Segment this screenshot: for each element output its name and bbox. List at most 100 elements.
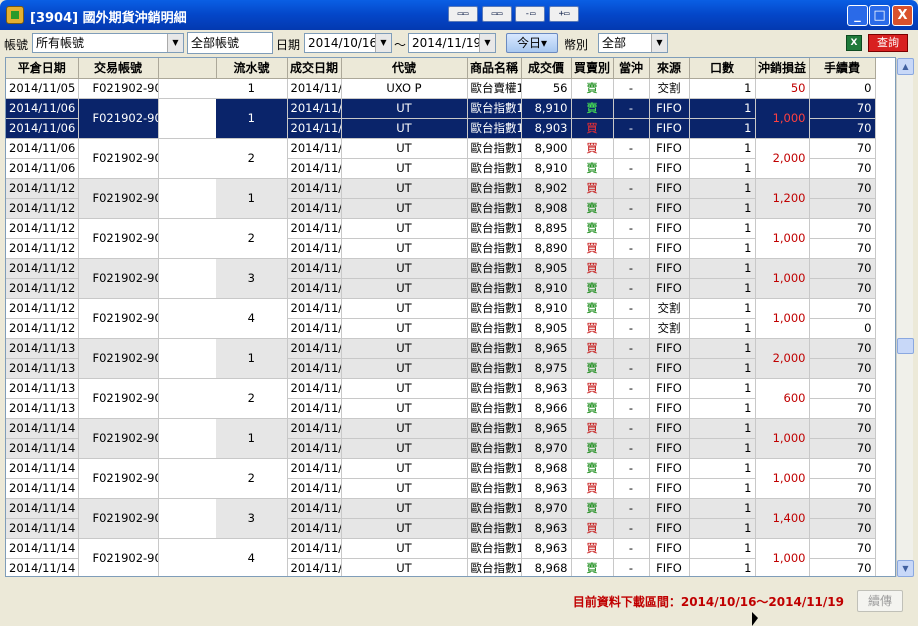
product-cell: 歐台指數1411 xyxy=(467,398,522,419)
product-cell: 歐台指數1411 xyxy=(467,458,522,479)
side-cell: 賣 xyxy=(571,278,614,299)
product-cell: 歐台賣權1411 8900 xyxy=(467,78,522,99)
fee-cell: 70 xyxy=(809,398,876,419)
today-button[interactable]: 今日▾ xyxy=(506,33,558,53)
table-row[interactable]: 2014/11/12F021902-902-22014/11/12UT歐台指數1… xyxy=(6,218,876,259)
price-cell: 8,900 xyxy=(521,138,572,159)
fee-cell: 70 xyxy=(809,538,876,559)
tile-icon[interactable]: ▭▭ xyxy=(448,6,478,22)
close-button[interactable]: X xyxy=(892,5,913,26)
side-cell: 賣 xyxy=(571,498,614,519)
account-mask-cell xyxy=(158,338,216,379)
daytrade-cell: - xyxy=(613,258,650,279)
table-row[interactable]: 2014/11/12F021902-902-32014/11/12UT歐台指數1… xyxy=(6,258,876,299)
query-button[interactable]: 查詢 xyxy=(868,34,908,52)
table-row[interactable]: 2014/11/14F021902-902-42014/11/14UT歐台指數1… xyxy=(6,538,876,576)
profit-cell: 1,000 xyxy=(755,458,810,499)
col-side[interactable]: 買賣別 xyxy=(571,58,614,79)
maximize-button[interactable]: □ xyxy=(869,5,890,26)
continue-download-button[interactable]: 續傳 xyxy=(857,590,903,612)
col-price[interactable]: 成交價 xyxy=(521,58,572,79)
table-row[interactable]: 2014/11/14F021902-902-22014/11/14UT歐台指數1… xyxy=(6,458,876,499)
col-close-date[interactable]: 平倉日期 xyxy=(6,58,79,79)
daytrade-cell: - xyxy=(613,298,650,319)
account-mask-cell xyxy=(158,178,216,219)
side-cell: 買 xyxy=(571,338,614,359)
product-cell: 歐台指數1411 xyxy=(467,118,522,139)
side-cell: 賣 xyxy=(571,78,614,99)
source-cell: FIFO xyxy=(649,458,690,479)
source-cell: FIFO xyxy=(649,158,690,179)
col-code[interactable]: 代號 xyxy=(341,58,468,79)
code-cell: UT xyxy=(341,198,468,219)
scroll-thumb[interactable] xyxy=(897,338,914,354)
table-row[interactable]: 2014/11/12F021902-902-42014/11/12UT歐台指數1… xyxy=(6,298,876,339)
vertical-scrollbar[interactable]: ▲ ▼ xyxy=(896,58,914,577)
fee-cell: 70 xyxy=(809,418,876,439)
enlarge-font-icon[interactable]: +▭ xyxy=(549,6,579,22)
close-date-cell: 2014/11/06 xyxy=(6,138,79,159)
table-row[interactable]: 2014/11/14F021902-902-32014/11/14UT歐台指數1… xyxy=(6,498,876,539)
col-daytrade[interactable]: 當沖 xyxy=(613,58,650,79)
source-cell: 交割 xyxy=(649,78,690,99)
qty-cell: 1 xyxy=(689,138,756,159)
col-account[interactable]: 交易帳號 xyxy=(78,58,159,79)
table-row[interactable]: 2014/11/14F021902-902-12014/11/14UT歐台指數1… xyxy=(6,418,876,459)
account-select[interactable]: 所有帳號 ▼ xyxy=(32,33,184,53)
daytrade-cell: - xyxy=(613,278,650,299)
code-cell: UT xyxy=(341,358,468,379)
qty-cell: 1 xyxy=(689,78,756,99)
chevron-down-icon: ▼ xyxy=(375,34,391,52)
col-fee[interactable]: 手續費 xyxy=(809,58,876,79)
minimize-button[interactable]: _ xyxy=(847,5,868,26)
trade-date-cell: 2014/11/06 xyxy=(287,138,342,159)
scroll-down-icon[interactable]: ▼ xyxy=(897,560,914,577)
source-cell: FIFO xyxy=(649,518,690,539)
table-row[interactable]: 2014/11/12F021902-902-12014/11/12UT歐台指數1… xyxy=(6,178,876,219)
account-cell: F021902-902- xyxy=(78,458,159,499)
qty-cell: 1 xyxy=(689,98,756,119)
header-row: 平倉日期 交易帳號 流水號 成交日期 代號 商品名稱 成交價 買賣別 當沖 來源… xyxy=(6,58,876,79)
col-trade-date[interactable]: 成交日期 xyxy=(287,58,342,79)
trade-date-cell: 2014/11/06 xyxy=(287,98,342,119)
product-cell: 歐台指數1411 xyxy=(467,198,522,219)
side-cell: 賣 xyxy=(571,218,614,239)
currency-select-value: 全部 xyxy=(602,36,627,50)
price-cell: 8,910 xyxy=(521,98,572,119)
table-row[interactable]: 2014/11/13F021902-902-22014/11/13UT歐台指數1… xyxy=(6,378,876,419)
source-cell: 交割 xyxy=(649,298,690,319)
table-row[interactable]: 2014/11/06F021902-902-22014/11/06UT歐台指數1… xyxy=(6,138,876,179)
product-cell: 歐台指數1411 xyxy=(467,358,522,379)
trade-date-cell: 2014/11/12 xyxy=(287,278,342,299)
col-qty[interactable]: 口數 xyxy=(689,58,756,79)
code-cell: UT xyxy=(341,218,468,239)
col-product[interactable]: 商品名稱 xyxy=(467,58,522,79)
close-date-cell: 2014/11/12 xyxy=(6,238,79,259)
shrink-font-icon[interactable]: -▭ xyxy=(515,6,545,22)
code-cell: UT xyxy=(341,418,468,439)
table-row[interactable]: 2014/11/05F021902-902-12014/11/05UXO P歐台… xyxy=(6,78,876,99)
code-cell: UT xyxy=(341,318,468,339)
col-profit[interactable]: 沖銷損益 xyxy=(755,58,810,79)
col-serial[interactable]: 流水號 xyxy=(216,58,288,79)
account-name-field[interactable]: 全部帳號 xyxy=(187,32,273,54)
daytrade-cell: - xyxy=(613,438,650,459)
excel-export-icon[interactable]: X xyxy=(846,35,862,51)
layout-icon[interactable]: ▭▭ xyxy=(482,6,512,22)
table-row[interactable]: 2014/11/06F021902-902-12014/11/06UT歐台指數1… xyxy=(6,98,876,139)
code-cell: UT xyxy=(341,278,468,299)
code-cell: UT xyxy=(341,338,468,359)
date-to-picker[interactable]: 2014/11/19 ▼ xyxy=(408,33,496,53)
code-cell: UT xyxy=(341,398,468,419)
date-from-picker[interactable]: 2014/10/16 ▼ xyxy=(304,33,392,53)
mouse-cursor-icon xyxy=(752,612,758,626)
currency-select[interactable]: 全部 ▼ xyxy=(598,33,668,53)
scroll-up-icon[interactable]: ▲ xyxy=(897,58,914,75)
currency-label: 幣別 xyxy=(564,38,589,52)
table-row[interactable]: 2014/11/13F021902-902-12014/11/13UT歐台指數1… xyxy=(6,338,876,379)
source-cell: FIFO xyxy=(649,398,690,419)
col-source[interactable]: 來源 xyxy=(649,58,690,79)
close-date-cell: 2014/11/12 xyxy=(6,278,79,299)
price-cell: 8,908 xyxy=(521,198,572,219)
daytrade-cell: - xyxy=(613,418,650,439)
